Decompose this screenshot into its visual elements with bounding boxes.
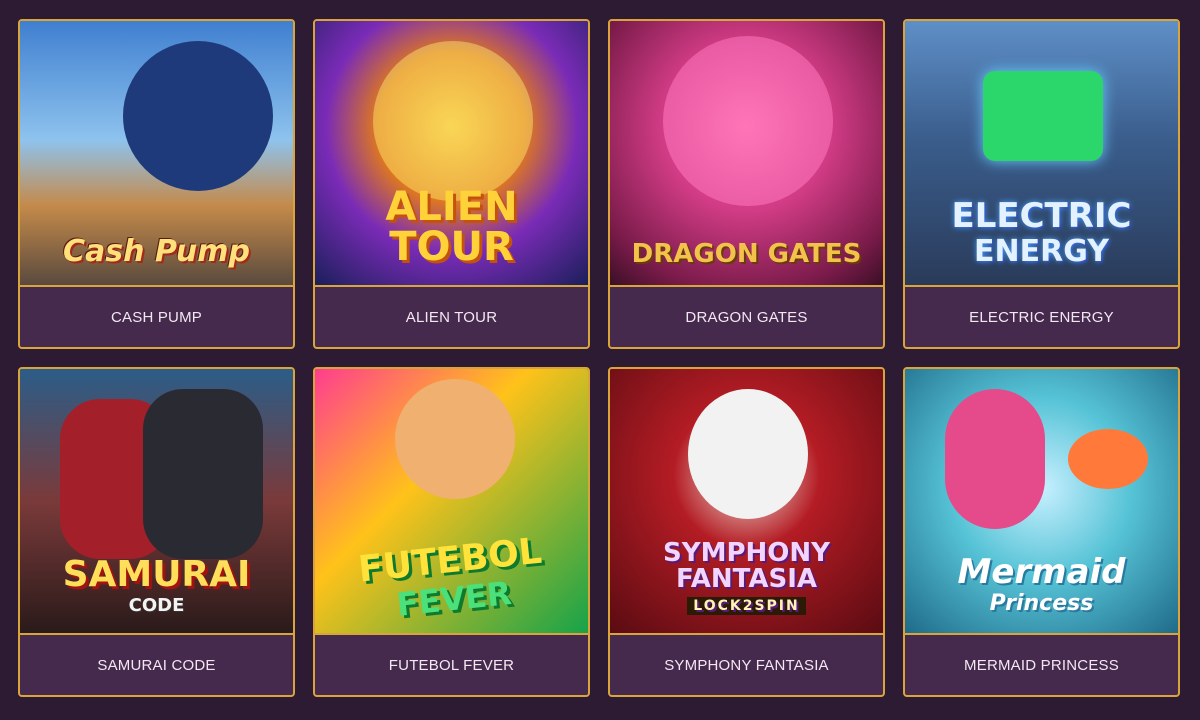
- game-art-title: SAMURAI CODE: [62, 554, 251, 616]
- game-thumbnail[interactable]: FUTEBOL FEVER: [315, 369, 588, 635]
- game-card-electric-energy[interactable]: ELECTRIC ENERGY ELECTRIC ENERGY: [903, 19, 1180, 349]
- game-card-symphony-fantasia[interactable]: SYMPHONY FANTASIA LOCK2SPIN SYMPHONY FAN…: [608, 367, 885, 697]
- game-art-title: ELECTRIC ENERGY: [951, 196, 1132, 269]
- game-thumbnail[interactable]: DRAGON GATES: [610, 21, 883, 287]
- game-card-alien-tour[interactable]: ALIEN TOUR ALIEN TOUR: [313, 19, 590, 349]
- game-art-title: Cash Pump: [63, 234, 250, 269]
- game-thumbnail[interactable]: ALIEN TOUR: [315, 21, 588, 287]
- game-card-cash-pump[interactable]: Cash Pump CASH PUMP: [18, 19, 295, 349]
- game-art-title: SYMPHONY FANTASIA LOCK2SPIN: [663, 538, 830, 615]
- game-card-mermaid-princess[interactable]: Mermaid Princess MERMAID PRINCESS: [903, 367, 1180, 697]
- game-thumbnail[interactable]: SYMPHONY FANTASIA LOCK2SPIN: [610, 369, 883, 635]
- game-art-title: Mermaid Princess: [957, 552, 1126, 616]
- game-grid: Cash Pump CASH PUMP ALIEN TOUR ALIEN TOU…: [18, 19, 1180, 697]
- game-art-title: FUTEBOL FEVER: [355, 530, 544, 624]
- game-card-dragon-gates[interactable]: DRAGON GATES DRAGON GATES: [608, 19, 885, 349]
- game-thumbnail[interactable]: SAMURAI CODE: [20, 369, 293, 635]
- game-thumbnail[interactable]: ELECTRIC ENERGY: [905, 21, 1178, 287]
- game-art-title: DRAGON GATES: [631, 239, 862, 269]
- game-thumbnail[interactable]: Mermaid Princess: [905, 369, 1178, 635]
- game-title: ALIEN TOUR: [405, 308, 498, 326]
- game-title: SAMURAI CODE: [97, 656, 216, 674]
- game-title: FUTEBOL FEVER: [388, 656, 515, 674]
- game-art-title: ALIEN TOUR: [385, 184, 518, 270]
- game-title: ELECTRIC ENERGY: [969, 308, 1114, 326]
- game-thumbnail[interactable]: Cash Pump: [20, 21, 293, 287]
- game-title: CASH PUMP: [111, 308, 202, 326]
- game-card-samurai-code[interactable]: SAMURAI CODE SAMURAI CODE: [18, 367, 295, 697]
- game-title: SYMPHONY FANTASIA: [664, 656, 829, 674]
- game-title: DRAGON GATES: [685, 308, 808, 326]
- game-card-futebol-fever[interactable]: FUTEBOL FEVER FUTEBOL FEVER: [313, 367, 590, 697]
- game-title: MERMAID PRINCESS: [964, 656, 1119, 674]
